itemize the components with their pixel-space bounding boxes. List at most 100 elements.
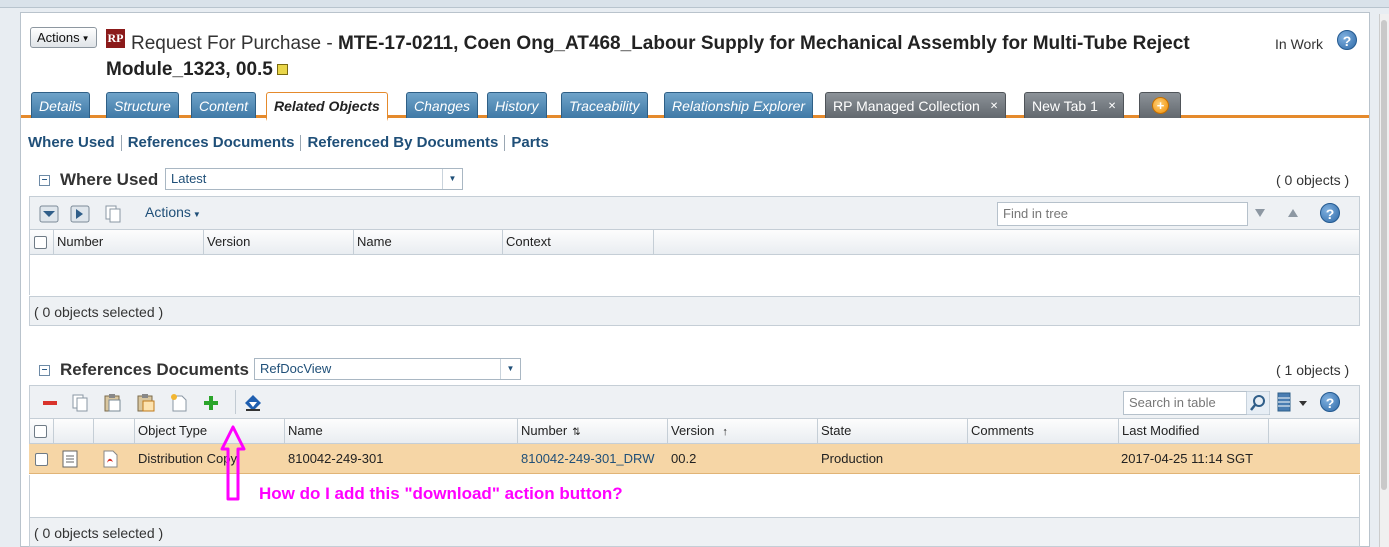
chevron-down-icon: ▼	[81, 34, 90, 44]
column-version[interactable]: Version ↑	[668, 419, 818, 443]
tab-relationship-explorer[interactable]: Relationship Explorer	[664, 92, 814, 118]
note-icon[interactable]	[276, 64, 288, 76]
find-previous-icon[interactable]	[1286, 206, 1300, 220]
add-tab-button[interactable]: +	[1139, 92, 1181, 118]
page-title: Request For Purchase - MTE-17-0211, Coen…	[131, 30, 1271, 58]
row-checkbox-cell	[35, 444, 48, 474]
related-objects-subnav: Where Used References Documents Referenced…	[28, 134, 549, 152]
where-used-table-body	[29, 255, 1360, 295]
help-icon[interactable]: ?	[1337, 30, 1357, 50]
tab-rp-managed-collection[interactable]: RP Managed Collection ✕	[825, 92, 1007, 118]
expand-all-icon[interactable]	[39, 204, 59, 224]
info-page-icon[interactable]	[62, 450, 78, 468]
page-scrollbar-thumb[interactable]	[1381, 20, 1387, 490]
remove-icon[interactable]	[40, 393, 60, 413]
subnav-references-documents[interactable]: References Documents	[128, 134, 295, 151]
tab-traceability[interactable]: Traceability	[561, 92, 648, 118]
tab-label: Details	[39, 98, 82, 114]
chevron-down-icon[interactable]	[1298, 398, 1308, 408]
where-used-header: – Where Used	[39, 170, 158, 190]
ref-docs-selection-footer: ( 0 objects selected )	[29, 517, 1360, 547]
paste-select-icon[interactable]	[136, 393, 156, 413]
section-title: Where Used	[60, 170, 159, 189]
download-icon[interactable]	[243, 393, 263, 413]
page-actions-button[interactable]: Actions ▼	[30, 27, 97, 48]
cell-last-modified: 2017-04-25 11:14 SGT	[1121, 451, 1254, 466]
paste-icon[interactable]	[103, 393, 123, 413]
find-in-tree-input[interactable]: Find in tree	[997, 202, 1248, 226]
tab-related-objects[interactable]: Related Objects	[266, 92, 388, 121]
select-all-checkbox[interactable]	[34, 425, 47, 439]
ref-docs-view-select[interactable]: RefDocView ▼	[254, 358, 521, 380]
subnav-parts[interactable]: Parts	[511, 134, 549, 151]
where-used-actions-menu[interactable]: Actions ▼	[145, 204, 201, 220]
chevron-down-icon: ▼	[442, 169, 462, 189]
select-all-checkbox[interactable]	[34, 236, 47, 250]
cell-number-link[interactable]: 810042-249-301_DRW	[521, 444, 667, 474]
search-in-table-input[interactable]: Search in table	[1123, 391, 1247, 415]
lifecycle-status: In Work	[1275, 36, 1323, 52]
column-format[interactable]	[94, 419, 135, 443]
collapse-icon[interactable]: –	[39, 175, 50, 187]
collapse-all-icon[interactable]	[70, 204, 90, 224]
close-icon[interactable]: ✕	[990, 101, 998, 112]
ref-docs-toolbar: Search in table ?	[29, 385, 1360, 419]
column-number[interactable]: Number	[54, 230, 204, 254]
select-all-checkbox-cell	[30, 230, 54, 254]
collapse-icon[interactable]: –	[39, 365, 50, 377]
tab-label: Relationship Explorer	[672, 98, 806, 114]
where-used-selection-footer: ( 0 objects selected )	[29, 296, 1360, 326]
column-object-type[interactable]: Object Type	[135, 419, 285, 443]
page-title-line2: Module_1323, 00.5	[106, 59, 288, 81]
tab-details[interactable]: Details	[31, 92, 90, 118]
column-comments[interactable]: Comments	[968, 419, 1119, 443]
tab-structure[interactable]: Structure	[106, 92, 179, 118]
pdf-icon[interactable]	[102, 450, 118, 468]
subnav-referenced-by-documents[interactable]: Referenced By Documents	[307, 134, 498, 151]
column-number[interactable]: Number ⇅	[518, 419, 668, 443]
copy-icon[interactable]	[70, 393, 90, 413]
tab-label: New Tab 1	[1032, 98, 1098, 114]
add-icon[interactable]	[201, 393, 221, 413]
tab-history[interactable]: History	[487, 92, 547, 118]
divider	[504, 135, 506, 152]
subnav-where-used[interactable]: Where Used	[28, 134, 115, 151]
column-context[interactable]: Context	[503, 230, 654, 254]
toolbar-divider	[235, 390, 236, 414]
tab-changes[interactable]: Changes	[406, 92, 479, 118]
chevron-down-icon: ▼	[192, 210, 201, 219]
help-icon[interactable]: ?	[1320, 203, 1340, 223]
top-strip	[0, 0, 1389, 8]
object-type-label: Request For Purchase -	[131, 33, 333, 54]
chevron-down-icon: ▼	[500, 359, 520, 379]
select-all-checkbox-cell	[30, 419, 54, 443]
close-icon[interactable]: ✕	[1108, 101, 1116, 112]
tab-bar: Details Structure Content Related Object…	[21, 92, 1369, 121]
column-name[interactable]: Name	[354, 230, 503, 254]
column-info[interactable]	[54, 419, 94, 443]
new-document-icon[interactable]	[169, 393, 189, 413]
where-used-count: ( 0 objects )	[1276, 172, 1350, 188]
tab-label: RP Managed Collection	[833, 98, 980, 114]
column-name[interactable]: Name	[285, 419, 518, 443]
tab-content[interactable]: Content	[191, 92, 257, 118]
search-icon[interactable]	[1246, 391, 1270, 415]
tab-label: History	[495, 98, 539, 114]
copy-icon[interactable]	[103, 204, 123, 224]
where-used-view-select[interactable]: Latest ▼	[165, 168, 463, 190]
column-version[interactable]: Version	[204, 230, 354, 254]
column-state[interactable]: State	[818, 419, 968, 443]
find-next-icon[interactable]	[1253, 206, 1267, 220]
where-used-toolbar: Actions ▼ Find in tree ?	[29, 196, 1360, 230]
divider	[120, 135, 122, 152]
row-checkbox[interactable]	[35, 453, 48, 467]
request-for-purchase-icon: RP	[106, 29, 125, 48]
tab-new-tab-1[interactable]: New Tab 1 ✕	[1024, 92, 1125, 118]
tab-label: Structure	[114, 98, 171, 114]
column-last-modified[interactable]: Last Modified	[1119, 419, 1269, 443]
where-used-table-header: Number Version Name Context	[29, 230, 1360, 255]
cell-state: Production	[821, 451, 884, 466]
view-table-icon[interactable]	[1275, 392, 1295, 412]
help-icon[interactable]: ?	[1320, 392, 1340, 412]
cell-version: 00.2	[671, 451, 697, 466]
